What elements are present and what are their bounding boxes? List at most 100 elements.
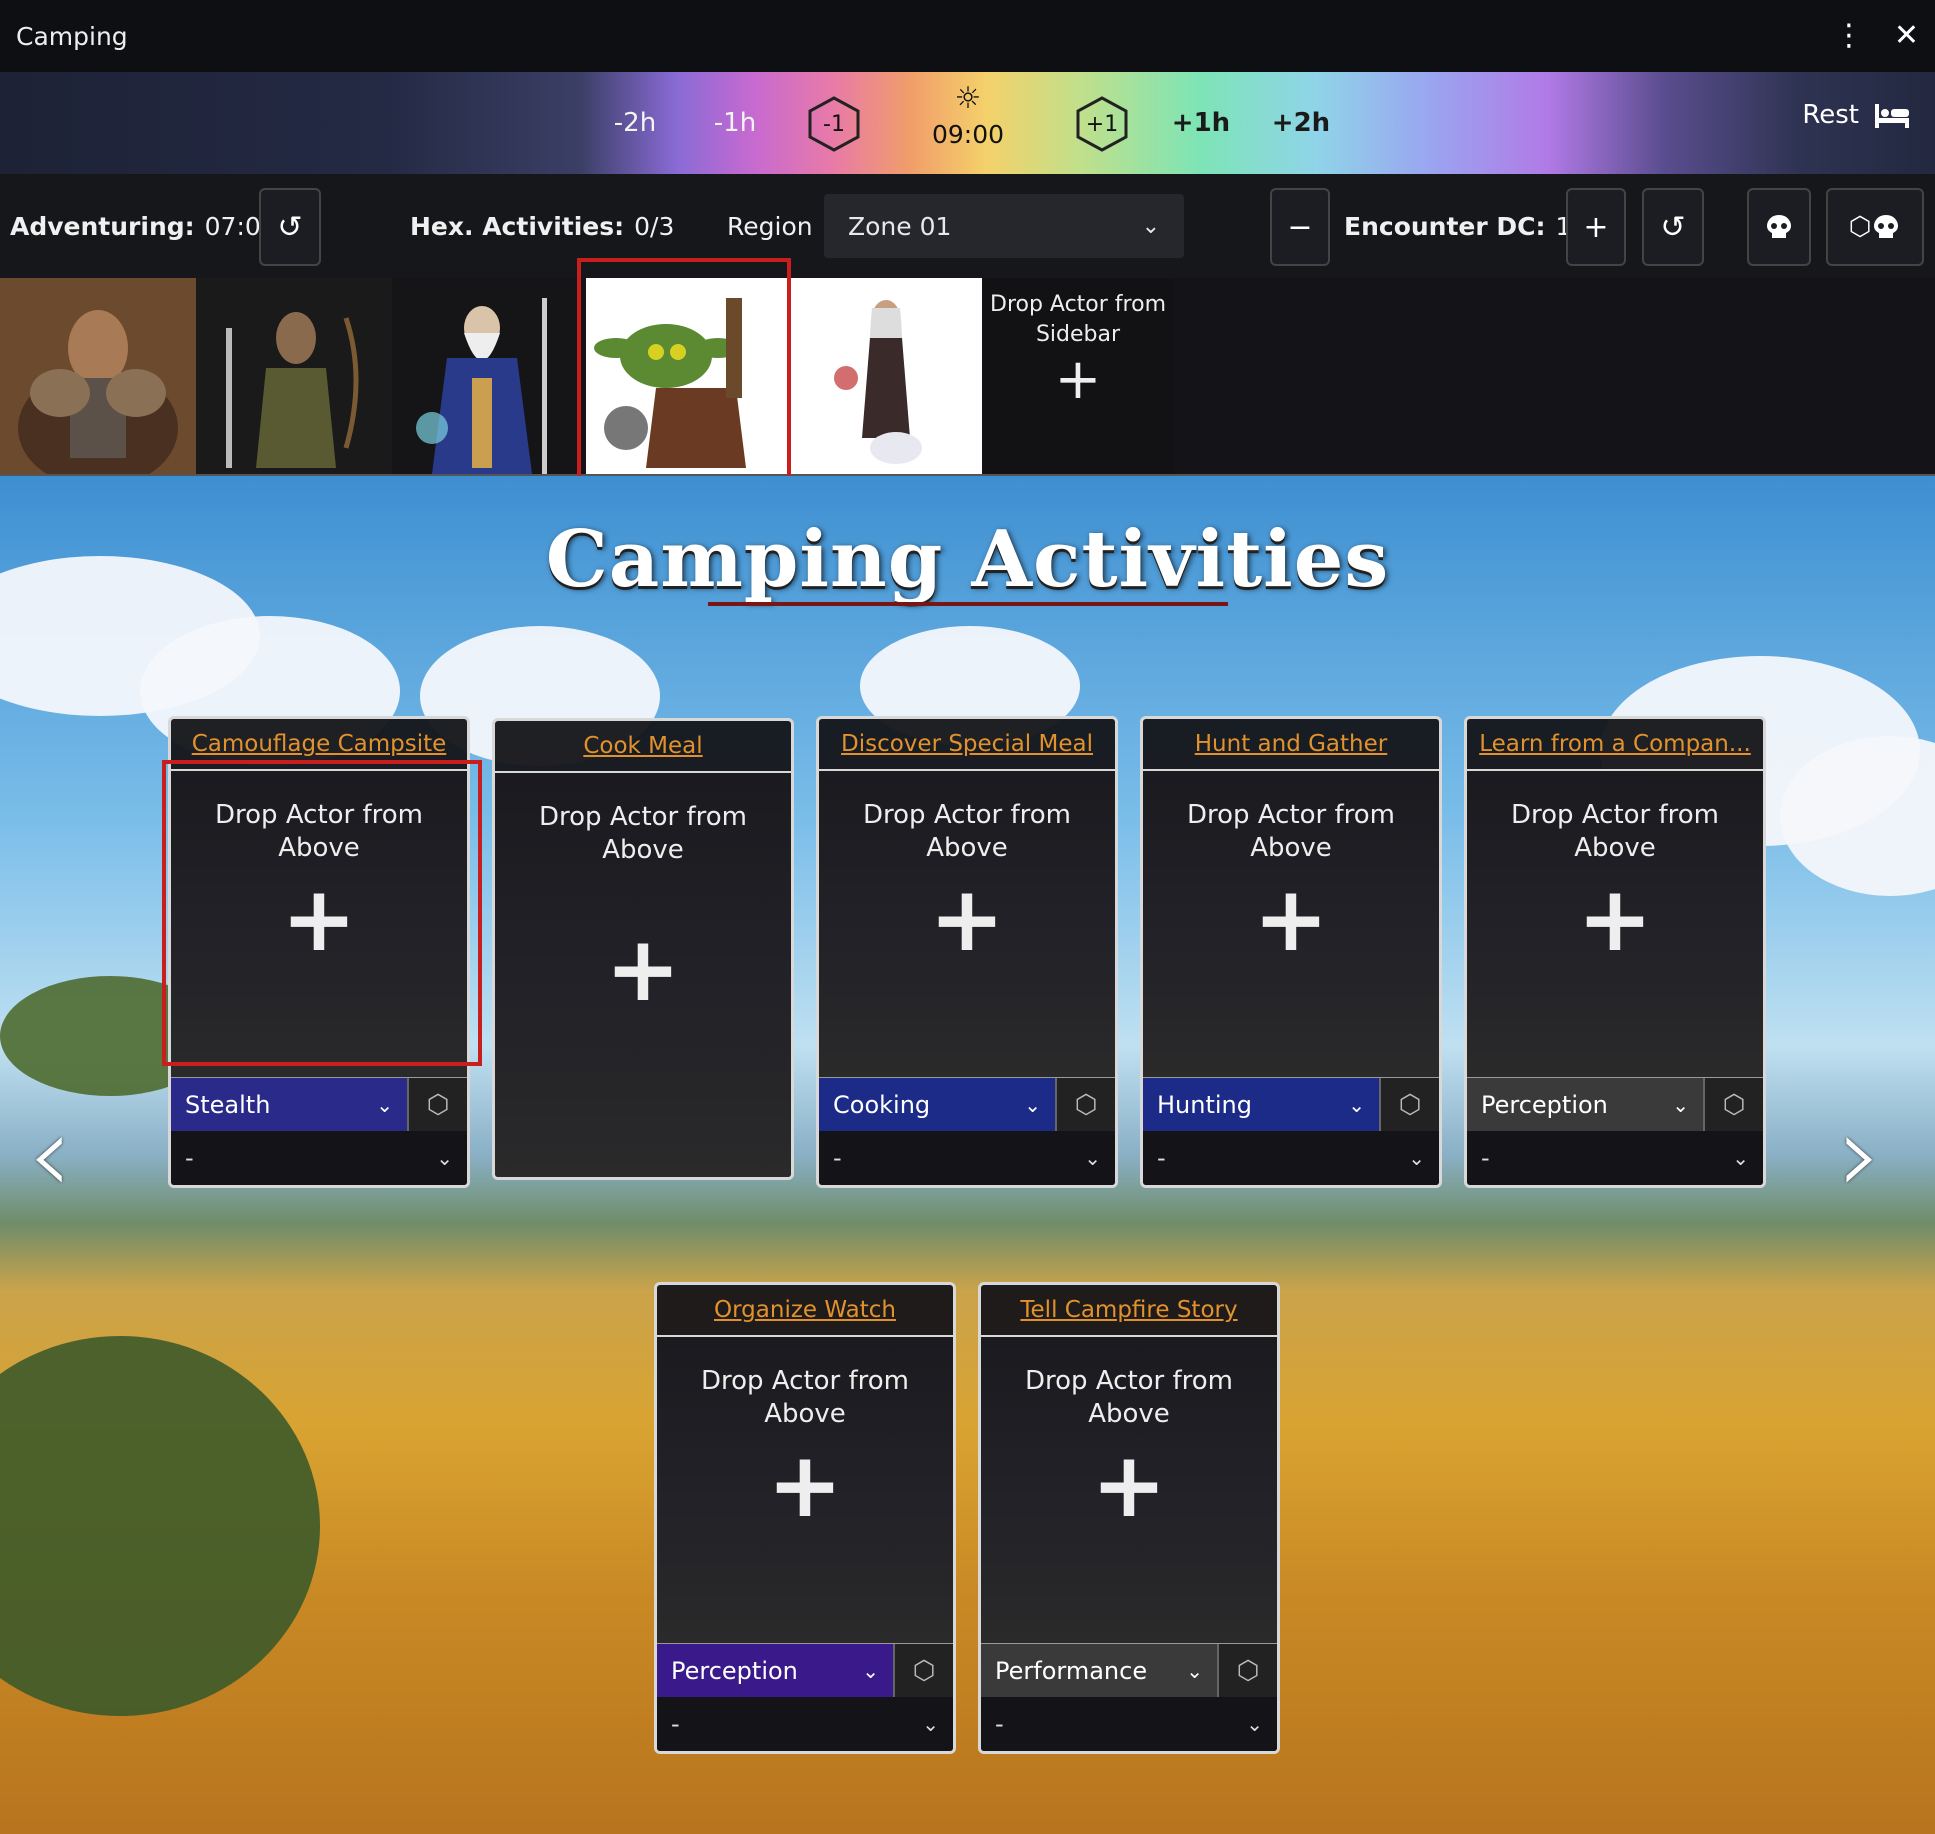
adventuring-label: Adventuring:: [10, 211, 195, 241]
skill-value: Hunting: [1157, 1090, 1252, 1119]
selected-actor-highlight: [577, 258, 791, 486]
minus-1-hex-button[interactable]: -1: [806, 96, 862, 152]
encounter-dc-label: Encounter DC:: [1344, 211, 1546, 241]
plus-icon: +: [1054, 347, 1102, 412]
skill-select[interactable]: Cooking ⌄: [819, 1078, 1055, 1131]
decrease-dc-button[interactable]: −: [1270, 188, 1330, 266]
plus-icon: +: [1577, 867, 1653, 972]
skill-select[interactable]: Perception ⌄: [657, 1644, 893, 1697]
chevron-down-icon: ⌄: [376, 1092, 393, 1117]
previous-page-arrow-icon[interactable]: ‹: [28, 1090, 72, 1218]
d20-roll-icon[interactable]: ⬡: [407, 1078, 467, 1131]
rest-button[interactable]: Rest: [1802, 100, 1911, 130]
result-select[interactable]: - ⌄: [657, 1697, 953, 1751]
activity-title-link[interactable]: Cook Meal: [495, 721, 791, 773]
more-options-icon[interactable]: ⋮: [1834, 21, 1864, 51]
chevron-down-icon: ⌄: [1246, 1712, 1263, 1736]
result-value: -: [671, 1710, 680, 1738]
activity-title-link[interactable]: Organize Watch: [657, 1285, 953, 1337]
skill-select[interactable]: Performance ⌄: [981, 1644, 1217, 1697]
next-page-arrow-icon[interactable]: ›: [1838, 1090, 1882, 1218]
skill-row: Perception ⌄ ⬡: [1467, 1077, 1763, 1131]
d20-roll-icon[interactable]: ⬡: [1703, 1078, 1763, 1131]
activity-title-link[interactable]: Tell Campfire Story: [981, 1285, 1277, 1337]
minus-icon: −: [1287, 209, 1313, 245]
skill-select[interactable]: Hunting ⌄: [1143, 1078, 1379, 1131]
activity-title-link[interactable]: Hunt and Gather: [1143, 719, 1439, 771]
actor-drop-zone[interactable]: Drop Actor from Above +: [819, 771, 1115, 1077]
result-select[interactable]: - ⌄: [1467, 1131, 1763, 1185]
actor-drop-zone[interactable]: Drop Actor from Above +: [495, 773, 791, 1177]
actor-drop-zone[interactable]: Drop Actor from Above +: [1467, 771, 1763, 1077]
page-title: Camping Activities: [545, 514, 1390, 605]
d20-roll-icon[interactable]: ⬡: [1379, 1078, 1439, 1131]
region-select[interactable]: Zone 01 ⌄: [824, 194, 1184, 258]
chevron-down-icon: ⌄: [1348, 1092, 1365, 1117]
result-select[interactable]: - ⌄: [171, 1131, 467, 1185]
activity-card-organize-watch: Organize Watch Drop Actor from Above + P…: [654, 1282, 956, 1754]
chevron-down-icon: ⌄: [1672, 1092, 1689, 1117]
skill-row: Cooking ⌄ ⬡: [819, 1077, 1115, 1131]
skill-select[interactable]: Perception ⌄: [1467, 1078, 1703, 1131]
title-underline: [708, 602, 1228, 606]
actor-drop-zone[interactable]: Drop Actor from Above +: [981, 1337, 1277, 1643]
camping-scene: Camping Activities Camouflage Campsite D…: [0, 476, 1935, 1834]
actor-portrait-warrior[interactable]: [0, 278, 196, 474]
increase-dc-button[interactable]: +: [1566, 188, 1626, 266]
plus-icon: +: [1091, 1433, 1167, 1538]
roll-encounter-button[interactable]: [1747, 188, 1811, 266]
chevron-down-icon: ⌄: [1186, 1658, 1203, 1683]
activity-title-link[interactable]: Learn from a Compan...: [1467, 719, 1763, 771]
window-titlebar: Camping ⋮ ✕: [0, 0, 1935, 72]
d20-roll-icon[interactable]: ⬡: [1217, 1644, 1277, 1697]
bed-icon: [1875, 104, 1909, 128]
roll-random-encounter-button[interactable]: ⬡: [1826, 188, 1924, 266]
result-value: -: [833, 1144, 842, 1172]
result-select[interactable]: - ⌄: [981, 1697, 1277, 1751]
chevron-down-icon: ⌄: [862, 1658, 879, 1683]
skill-value: Stealth: [185, 1090, 271, 1119]
hex-activities-label: Hex. Activities:: [410, 211, 625, 241]
rest-label: Rest: [1802, 100, 1859, 130]
chevron-down-icon: ⌄: [1141, 213, 1160, 239]
activity-title-link[interactable]: Discover Special Meal: [819, 719, 1115, 771]
drop-zone-label: Drop Actor from Above: [1511, 800, 1719, 863]
result-select[interactable]: - ⌄: [819, 1131, 1115, 1185]
actor-drop-zone[interactable]: Drop Actor from Above +: [657, 1337, 953, 1643]
undo-icon: ↺: [277, 209, 303, 245]
region-value: Zone 01: [848, 211, 952, 241]
window-title: Camping: [16, 21, 128, 51]
close-icon[interactable]: ✕: [1894, 21, 1919, 51]
skill-row: Stealth ⌄ ⬡: [171, 1077, 467, 1131]
d20-roll-icon[interactable]: ⬡: [893, 1644, 953, 1697]
chevron-down-icon: ⌄: [1732, 1146, 1749, 1170]
advance-plus-1h-button[interactable]: +1h: [1166, 72, 1236, 174]
activity-card-discover-special-meal: Discover Special Meal Drop Actor from Ab…: [816, 716, 1118, 1188]
actor-drop-zone[interactable]: Drop Actor from Above +: [1143, 771, 1439, 1077]
chevron-down-icon: ⌄: [1084, 1146, 1101, 1170]
plus-1-hex-button[interactable]: +1: [1074, 96, 1130, 152]
plus-icon: +: [929, 867, 1005, 972]
drop-sidebar-label: Drop Actor from Sidebar: [990, 292, 1166, 347]
drop-zone-label: Drop Actor from Above: [539, 802, 747, 865]
advance-plus-2h-button[interactable]: +2h: [1266, 72, 1336, 174]
result-value: -: [1481, 1144, 1490, 1172]
actor-portrait-ranger[interactable]: [196, 278, 392, 474]
advance-minus-2h-button[interactable]: -2h: [600, 72, 670, 174]
skill-select[interactable]: Stealth ⌄: [171, 1078, 407, 1131]
actor-portrait-shaman[interactable]: [786, 278, 982, 474]
actor-portrait-wizard[interactable]: [392, 278, 578, 474]
warrior-portrait-image: [0, 278, 196, 474]
drop-actor-from-sidebar[interactable]: Drop Actor from Sidebar +: [982, 278, 1174, 474]
advance-minus-1h-button[interactable]: -1h: [700, 72, 770, 174]
d20-roll-icon[interactable]: ⬡: [1055, 1078, 1115, 1131]
chevron-down-icon: ⌄: [1408, 1146, 1425, 1170]
titlebar-controls: ⋮ ✕: [1834, 21, 1919, 51]
shaman-portrait-image: [786, 278, 982, 474]
result-select[interactable]: - ⌄: [1143, 1131, 1439, 1185]
reset-adventuring-button[interactable]: ↺: [259, 188, 321, 266]
sun-icon: ☼: [954, 81, 982, 116]
d20-icon: ⬡: [1848, 212, 1872, 242]
drop-zone-label: Drop Actor from Above: [701, 1366, 909, 1429]
reset-dc-button[interactable]: ↺: [1642, 188, 1704, 266]
